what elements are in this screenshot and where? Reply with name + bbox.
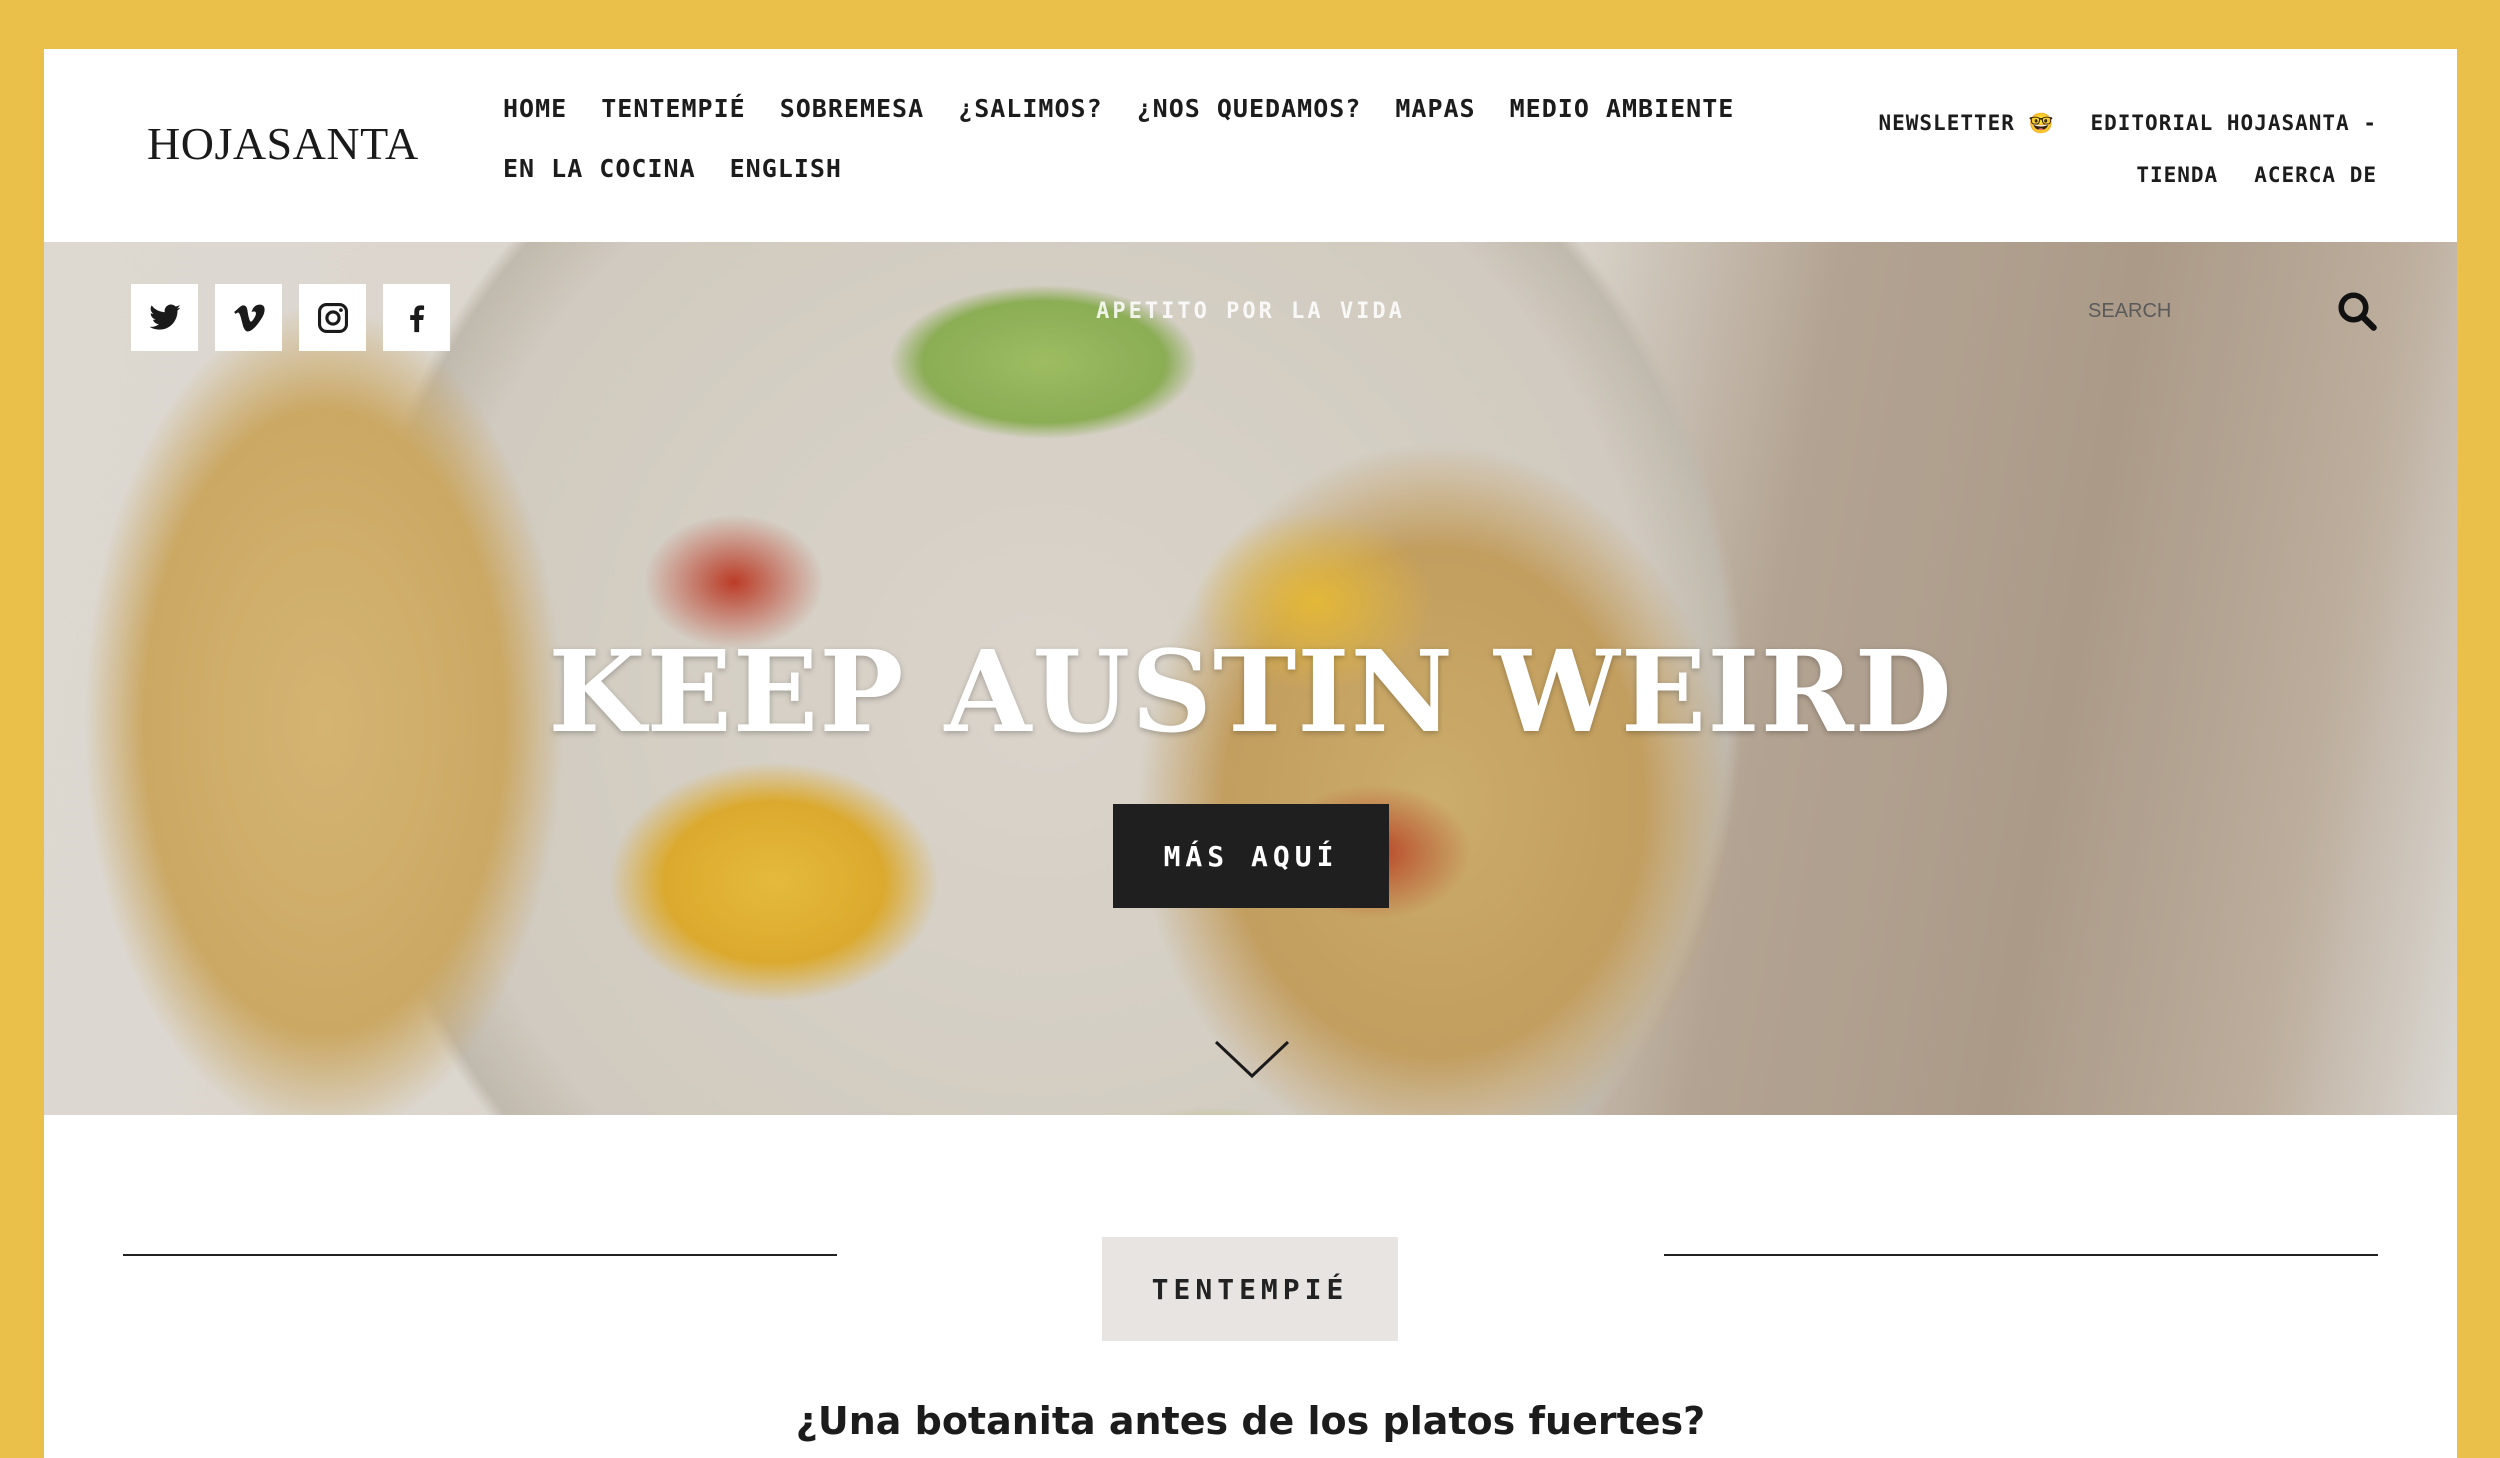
- nerd-face-icon: 🤓: [2028, 111, 2055, 135]
- nav-mapas[interactable]: MAPAS: [1395, 89, 1475, 129]
- nav-medio-ambiente[interactable]: MEDIO AMBIENTE: [1510, 89, 1735, 129]
- nav-tienda[interactable]: TIENDA: [2136, 156, 2218, 194]
- nav-editorial-hojasanta[interactable]: EDITORIAL HOJASANTA -: [2090, 104, 2377, 142]
- nav-acerca-de[interactable]: ACERCA DE: [2254, 156, 2377, 194]
- nav-home[interactable]: HOME: [503, 89, 567, 129]
- nav-newsletter[interactable]: NEWSLETTER 🤓: [1878, 104, 2054, 142]
- site-header: Hojasanta HOME TENTEMPIÉ SOBREMESA ¿SALI…: [44, 49, 2457, 242]
- search-input[interactable]: SEARCH: [2088, 300, 2171, 323]
- search-icon[interactable]: [2336, 290, 2378, 332]
- nav-tentempie[interactable]: TENTEMPIÉ: [601, 89, 745, 129]
- chevron-down-icon[interactable]: [1213, 1038, 1291, 1080]
- mas-aqui-button[interactable]: MÁS AQUÍ: [1113, 804, 1389, 908]
- utility-nav: NEWSLETTER 🤓 EDITORIAL HOJASANTA - TIEND…: [1817, 104, 2377, 194]
- site-logo[interactable]: Hojasanta: [147, 117, 419, 170]
- nav-nos-quedamos[interactable]: ¿NOS QUEDAMOS?: [1137, 89, 1362, 129]
- section-divider-left: [123, 1254, 837, 1256]
- section-badge-tentempie[interactable]: TENTEMPIÉ: [1102, 1237, 1398, 1341]
- section-subtitle: ¿Una botanita antes de los platos fuerte…: [795, 1399, 1706, 1443]
- newsletter-label: NEWSLETTER: [1878, 111, 2015, 135]
- nav-en-la-cocina[interactable]: EN LA COCINA: [503, 149, 696, 189]
- hero-title: KEEP AUSTIN WEIRD: [548, 627, 1953, 758]
- main-nav: HOME TENTEMPIÉ SOBREMESA ¿SALIMOS? ¿NOS …: [503, 89, 1763, 189]
- nav-salimos[interactable]: ¿SALIMOS?: [958, 89, 1102, 129]
- nav-english[interactable]: ENGLISH: [730, 149, 842, 189]
- nav-sobremesa[interactable]: SOBREMESA: [780, 89, 924, 129]
- hero-banner: APETITO POR LA VIDA SEARCH KEEP AUSTIN W…: [44, 242, 2457, 1115]
- page-frame: Hojasanta HOME TENTEMPIÉ SOBREMESA ¿SALI…: [44, 49, 2457, 1458]
- section-divider-right: [1664, 1254, 2378, 1256]
